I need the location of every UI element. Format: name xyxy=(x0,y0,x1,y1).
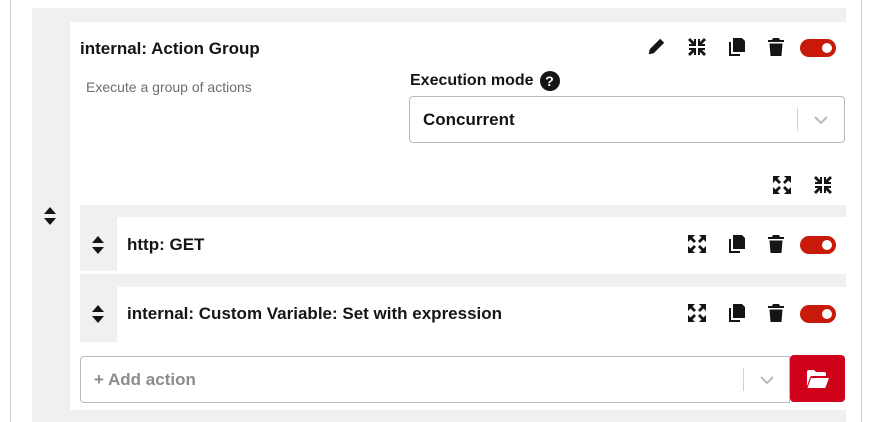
child-action-title: http: GET xyxy=(127,235,205,254)
expand-icon xyxy=(773,176,791,194)
child-action-drag-handle[interactable] xyxy=(91,235,105,255)
chevron-down-icon[interactable] xyxy=(759,372,775,388)
delete-button[interactable] xyxy=(765,36,787,58)
select-separator xyxy=(743,368,744,391)
action-group-title: internal: Action Group xyxy=(80,39,260,58)
delete-button[interactable] xyxy=(765,233,787,255)
outer-left-border xyxy=(10,0,11,422)
compress-icon xyxy=(688,38,706,56)
trash-icon xyxy=(768,304,784,322)
collapse-all-button[interactable] xyxy=(812,174,834,196)
action-group-enabled-toggle[interactable] xyxy=(800,39,836,57)
expand-all-button[interactable] xyxy=(771,174,793,196)
add-action-placeholder: + Add action xyxy=(94,369,196,389)
copy-icon xyxy=(729,304,745,322)
expand-button[interactable] xyxy=(686,302,708,324)
compress-icon xyxy=(814,176,832,194)
action-group-drag-handle[interactable] xyxy=(43,206,57,226)
copy-button[interactable] xyxy=(725,302,747,324)
expand-button[interactable] xyxy=(686,233,708,255)
browse-actions-button[interactable] xyxy=(790,355,845,402)
sort-icon xyxy=(92,236,104,254)
child-action-title: internal: Custom Variable: Set with expr… xyxy=(127,304,503,323)
folder-open-icon xyxy=(806,369,829,388)
action-group-description: Execute a group of actions xyxy=(86,79,252,95)
pencil-icon xyxy=(648,38,665,55)
trash-icon xyxy=(768,235,784,253)
execution-mode-select[interactable]: Concurrent xyxy=(409,96,845,143)
select-separator xyxy=(797,108,798,131)
child-action-enabled-toggle[interactable] xyxy=(800,305,836,323)
delete-button[interactable] xyxy=(765,302,787,324)
trash-icon xyxy=(768,38,784,56)
edit-button[interactable] xyxy=(645,36,667,58)
chevron-down-icon[interactable] xyxy=(813,112,829,128)
add-action-select[interactable]: + Add action xyxy=(80,356,790,403)
execution-mode-label: Execution mode ? xyxy=(410,71,560,91)
copy-icon xyxy=(729,38,745,56)
copy-button[interactable] xyxy=(725,36,747,58)
expand-icon xyxy=(688,304,706,322)
copy-icon xyxy=(729,235,745,253)
help-icon[interactable]: ? xyxy=(539,71,560,91)
execution-mode-label-text: Execution mode xyxy=(410,72,534,89)
sort-icon xyxy=(44,207,56,225)
copy-button[interactable] xyxy=(725,233,747,255)
child-action-enabled-toggle[interactable] xyxy=(800,236,836,254)
outer-right-border xyxy=(861,0,862,422)
expand-icon xyxy=(688,235,706,253)
execution-mode-value: Concurrent xyxy=(423,109,515,129)
sort-icon xyxy=(92,305,104,323)
collapse-button[interactable] xyxy=(686,36,708,58)
child-action-drag-handle[interactable] xyxy=(91,304,105,324)
